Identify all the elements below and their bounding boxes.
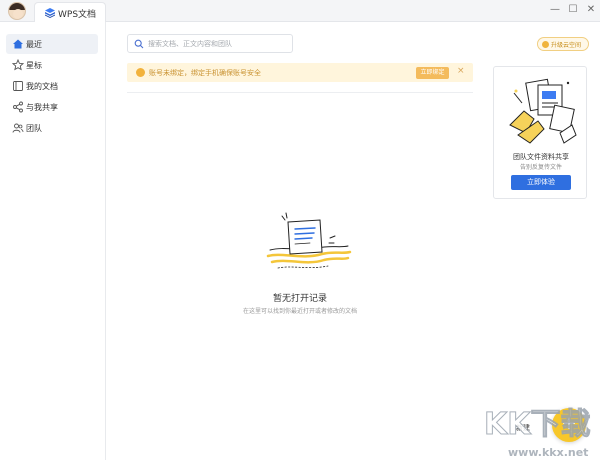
empty-document-illustration: [266, 212, 352, 269]
sidebar-item-my-docs[interactable]: 我的文档: [6, 76, 98, 96]
promo-subtitle: 告别反复传文件: [519, 164, 562, 171]
upgrade-cloud-button[interactable]: 升级云空间: [537, 37, 589, 51]
promo-title: 团队文件资料共享: [513, 153, 569, 161]
wps-logo-icon: [45, 8, 55, 18]
folder-icon: [13, 81, 23, 91]
sidebar-item-team[interactable]: 团队: [6, 118, 98, 138]
tab-label: WPS文档: [58, 10, 97, 20]
search-icon: [134, 39, 144, 49]
team-share-promo-card: 团队文件资料共享 告别反复传文件 立即体验: [493, 66, 587, 199]
search-placeholder: 搜索文档、正文内容和团队: [148, 40, 232, 48]
team-icon: [12, 123, 24, 133]
sidebar-item-label: 星标: [26, 61, 42, 70]
warning-icon: [136, 68, 145, 77]
upgrade-cloud-label: 升级云空间: [551, 42, 582, 49]
new-document-button[interactable]: +: [552, 408, 586, 442]
sidebar-item-recent[interactable]: 最近: [6, 34, 98, 54]
sidebar-item-label: 与我共享: [26, 103, 58, 112]
sidebar-item-label: 最近: [26, 40, 42, 49]
home-icon: [13, 39, 23, 49]
try-now-button[interactable]: 立即体验: [511, 175, 571, 190]
team-share-illustration: [509, 78, 577, 144]
title-bar: WPS文档 — ☐ ✕: [0, 0, 600, 22]
minimize-button[interactable]: —: [548, 3, 562, 17]
sidebar-item-label: 我的文档: [26, 82, 58, 91]
empty-state-subtitle: 在这里可以找到你最近打开或者修改的文档: [242, 308, 357, 315]
sidebar-item-shared[interactable]: 与我共享: [6, 97, 98, 117]
bind-phone-notice: 账号未绑定，绑定手机确保账号安全 立即绑定 ×: [127, 63, 473, 82]
svg-text:www.kkx.net: www.kkx.net: [508, 446, 588, 459]
search-input[interactable]: 搜索文档、正文内容和团队: [127, 34, 293, 53]
new-label[interactable]: 新建: [516, 423, 530, 433]
empty-state-title: 暂无打开记录: [272, 294, 327, 304]
sidebar: 最近 星标 我的文档 与我共享 团队: [0, 22, 106, 460]
close-button[interactable]: ✕: [584, 3, 598, 17]
share-icon: [13, 101, 23, 113]
notice-close-icon[interactable]: ×: [457, 66, 465, 76]
upgrade-icon: [542, 41, 549, 48]
divider: [127, 92, 473, 93]
user-avatar[interactable]: [8, 2, 26, 20]
notice-text: 账号未绑定，绑定手机确保账号安全: [149, 69, 261, 77]
maximize-button[interactable]: ☐: [566, 3, 580, 17]
sidebar-item-label: 团队: [26, 124, 42, 133]
bind-now-button[interactable]: 立即绑定: [416, 67, 449, 79]
star-icon: [12, 59, 24, 71]
sidebar-item-starred[interactable]: 星标: [6, 55, 98, 75]
tab-wps-docs[interactable]: WPS文档: [34, 2, 106, 22]
